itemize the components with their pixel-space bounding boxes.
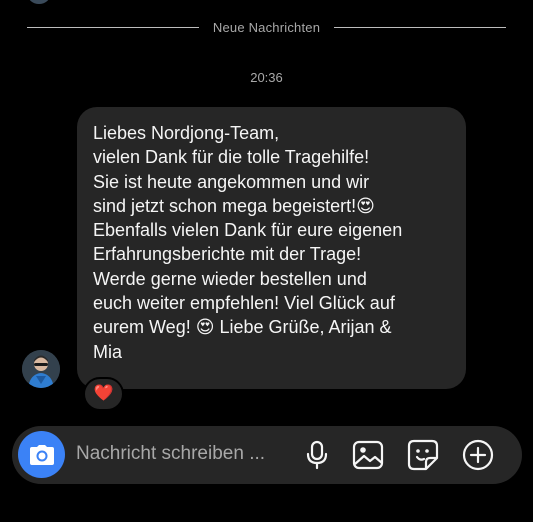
- camera-button[interactable]: [18, 431, 65, 478]
- message-timestamp: 20:36: [250, 70, 283, 85]
- message-text: Liebes Nordjong-Team, vielen Dank für di…: [93, 123, 403, 362]
- chat-screen: Neue Nachrichten 20:36 Liebes Nordjong-T…: [0, 0, 533, 522]
- heart-reaction-icon: ❤️: [93, 385, 114, 402]
- divider-line-right: [334, 26, 507, 28]
- plus-icon: [462, 439, 494, 471]
- microphone-button[interactable]: [301, 439, 333, 471]
- previous-avatar: [28, 0, 50, 4]
- microphone-icon: [306, 440, 328, 470]
- message-bubble[interactable]: Liebes Nordjong-Team, vielen Dank für di…: [77, 107, 466, 389]
- message-composer: [12, 426, 522, 484]
- sender-avatar[interactable]: [22, 350, 60, 388]
- image-icon: [352, 440, 384, 470]
- sticker-icon: [407, 439, 439, 471]
- new-messages-divider: Neue Nachrichten: [27, 16, 507, 38]
- gallery-button[interactable]: [352, 439, 384, 471]
- message-input[interactable]: [76, 443, 296, 465]
- more-button[interactable]: [462, 439, 494, 471]
- divider-line-left: [27, 26, 199, 28]
- avatar-image: [22, 350, 60, 388]
- reaction-badge[interactable]: ❤️: [83, 377, 124, 411]
- sticker-button[interactable]: [407, 439, 439, 471]
- divider-label: Neue Nachrichten: [212, 19, 321, 35]
- camera-icon: [29, 444, 54, 465]
